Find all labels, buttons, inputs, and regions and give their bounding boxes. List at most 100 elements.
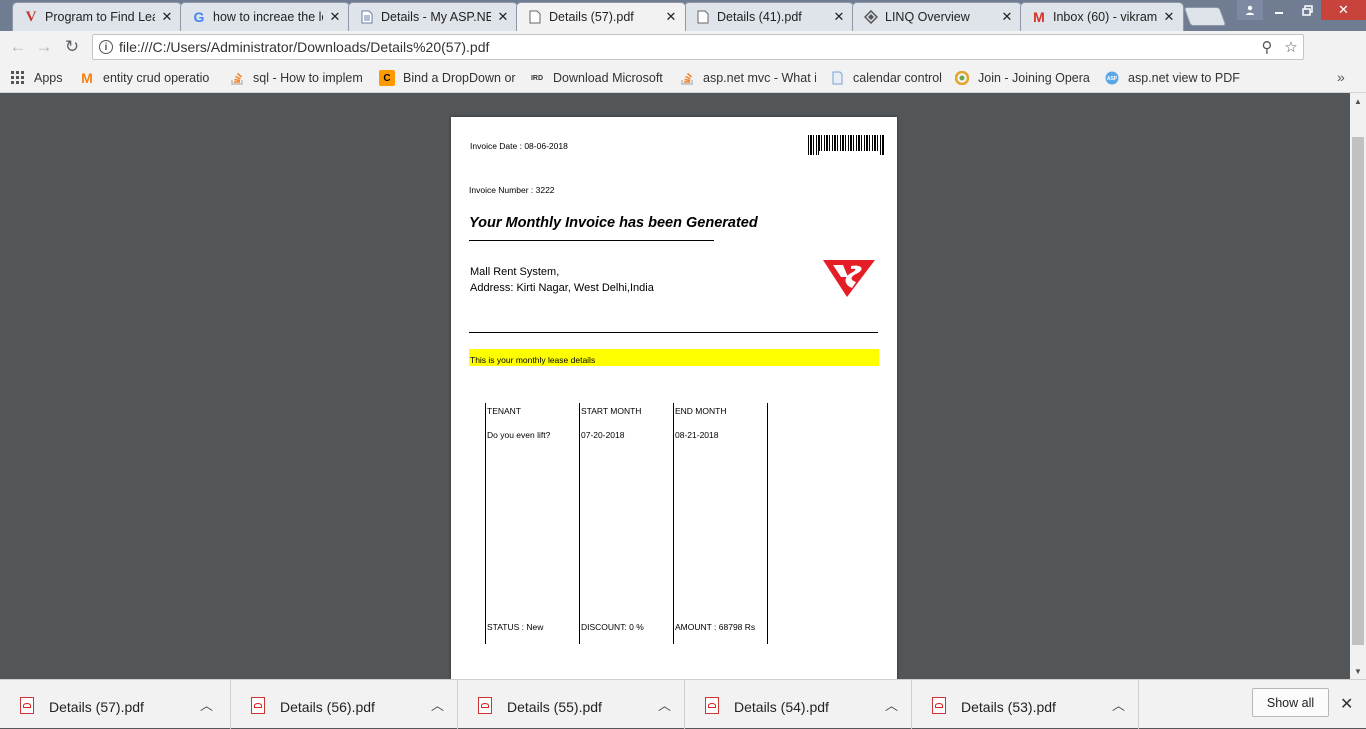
chevron-up-icon[interactable]: ︿ <box>200 695 213 714</box>
bookmarks-overflow-icon[interactable]: » <box>1337 69 1345 85</box>
tab-title: Details - My ASP.NE <box>381 10 491 24</box>
tab-title: Inbox (60) - vikrams <box>1053 10 1157 24</box>
calendar-icon <box>829 70 845 86</box>
bookmark-label: Bind a DropDown or <box>403 71 516 85</box>
amount-text: AMOUNT : 68798 Rs <box>675 622 756 632</box>
stackoverflow-icon <box>229 70 245 86</box>
download-item[interactable]: Details (53).pdf ︿ <box>912 680 1139 729</box>
aspnet-icon: ASP <box>1104 70 1120 86</box>
chevron-up-icon[interactable]: ︿ <box>885 695 898 714</box>
svg-text:ASP: ASP <box>1107 76 1118 82</box>
chevron-up-icon[interactable]: ︿ <box>658 695 671 714</box>
new-tab-button[interactable] <box>1183 7 1227 26</box>
tab-details-57-pdf[interactable]: Details (57).pdf ✕ <box>516 2 686 31</box>
bookmark-download-microsoft[interactable]: IRD Download Microsoft <box>529 69 666 87</box>
zoom-icon[interactable]: ⚲ <box>1255 38 1279 56</box>
diamond-icon <box>863 9 879 25</box>
tab-title: LINQ Overview <box>885 10 970 24</box>
bookmark-label: asp.net mvc - What i <box>703 71 816 85</box>
invoice-heading: Your Monthly Invoice has been Generated <box>469 215 758 231</box>
google-icon: G <box>193 9 205 25</box>
restore-button[interactable] <box>1293 0 1321 20</box>
bookmark-bind-dropdown[interactable]: C Bind a DropDown or <box>379 69 516 87</box>
download-item[interactable]: Details (57).pdf ︿ <box>0 680 231 729</box>
join-icon <box>954 70 970 86</box>
cell-tenant: Do you even lift? <box>487 430 551 440</box>
download-filename: Details (53).pdf <box>961 699 1056 715</box>
download-filename: Details (56).pdf <box>280 699 375 715</box>
bookmark-entity-crud[interactable]: M entity crud operatio <box>79 69 216 87</box>
col-header-tenant: TENANT <box>487 406 521 416</box>
bookmark-label: sql - How to implem <box>253 71 363 85</box>
pdf-file-icon <box>705 697 719 714</box>
vertical-scrollbar[interactable]: ▲ ▼ <box>1350 93 1366 679</box>
apps-grid-icon <box>10 70 26 86</box>
codeproject-icon: C <box>379 70 395 86</box>
bookmark-aspnet-mvc[interactable]: asp.net mvc - What i <box>679 69 816 87</box>
download-item[interactable]: Details (56).pdf ︿ <box>231 680 458 729</box>
v-favicon-icon: V <box>25 8 37 25</box>
scroll-down-icon[interactable]: ▼ <box>1350 665 1366 679</box>
document-icon <box>359 9 375 25</box>
company-logo <box>823 260 875 297</box>
bookmark-label: Download Microsoft <box>553 71 663 85</box>
download-shelf: Details (57).pdf ︿ Details (56).pdf ︿ De… <box>0 679 1366 729</box>
close-icon[interactable]: ✕ <box>833 9 845 25</box>
tab-title: Details (57).pdf <box>549 10 634 24</box>
tab-inbox[interactable]: M Inbox (60) - vikrams ✕ <box>1020 2 1184 31</box>
info-icon[interactable]: i <box>99 40 113 54</box>
tab-how-to-increae[interactable]: G how to increae the le ✕ <box>180 2 350 31</box>
download-filename: Details (54).pdf <box>734 699 829 715</box>
document-icon <box>527 9 543 25</box>
reload-icon[interactable]: ↻ <box>59 34 85 60</box>
tab-strip: V Program to Find Lea ✕ G how to increae… <box>0 0 1366 31</box>
cell-start-month: 07-20-2018 <box>581 430 625 440</box>
close-shelf-icon[interactable]: ✕ <box>1340 694 1353 714</box>
lease-details-text: This is your monthly lease details <box>470 355 596 365</box>
chevron-up-icon[interactable]: ︿ <box>431 695 444 714</box>
bookmarks-bar: Apps M entity crud operatio sql - How to… <box>0 63 1366 93</box>
close-icon[interactable]: ✕ <box>1001 9 1013 25</box>
barcode-digits <box>819 151 879 155</box>
close-icon[interactable]: ✕ <box>329 9 341 25</box>
scrollbar-thumb[interactable] <box>1352 137 1364 645</box>
scroll-up-icon[interactable]: ▲ <box>1350 95 1366 109</box>
close-icon[interactable]: ✕ <box>1163 9 1175 25</box>
bookmark-label: asp.net view to PDF <box>1128 71 1240 85</box>
address-bar[interactable]: i file:///C:/Users/Administrator/Downloa… <box>92 34 1304 60</box>
chevron-up-icon[interactable]: ︿ <box>1112 695 1125 714</box>
table-border <box>673 403 674 644</box>
minimize-button[interactable] <box>1265 0 1293 20</box>
section-divider <box>469 332 878 333</box>
tab-program-to-find-lea[interactable]: V Program to Find Lea ✕ <box>12 2 182 31</box>
bookmark-apps[interactable]: Apps <box>10 69 70 87</box>
tab-title: Program to Find Lea <box>45 10 155 24</box>
tab-details-my-aspnet[interactable]: Details - My ASP.NE ✕ <box>348 2 518 31</box>
tab-linq-overview[interactable]: LINQ Overview ✕ <box>852 2 1022 31</box>
tab-details-41-pdf[interactable]: Details (41).pdf ✕ <box>684 2 854 31</box>
url-text[interactable]: file:///C:/Users/Administrator/Downloads… <box>119 39 1255 55</box>
pdf-file-icon <box>932 697 946 714</box>
back-icon[interactable]: ← <box>5 34 31 60</box>
close-icon[interactable]: ✕ <box>665 9 677 25</box>
pdf-page: Invoice Date : 08-06-2018 Invoice Number… <box>451 117 897 679</box>
bookmark-sql[interactable]: sql - How to implem <box>229 69 366 87</box>
forward-icon[interactable]: → <box>31 34 57 60</box>
user-profile-icon[interactable] <box>1237 0 1263 20</box>
ird-icon: IRD <box>530 74 544 82</box>
download-item[interactable]: Details (54).pdf ︿ <box>685 680 912 729</box>
col-header-start-month: START MONTH <box>581 406 642 416</box>
bookmark-star-icon[interactable]: ☆ <box>1279 38 1303 56</box>
bookmark-aspnet-pdf[interactable]: ASP asp.net view to PDF <box>1104 69 1241 87</box>
col-header-end-month: END MONTH <box>675 406 727 416</box>
download-item[interactable]: Details (55).pdf ︿ <box>458 680 685 729</box>
close-icon[interactable]: ✕ <box>497 9 509 25</box>
bookmark-calendar-control[interactable]: calendar control <box>829 69 947 87</box>
status-text: STATUS : New <box>487 622 544 632</box>
close-icon[interactable]: ✕ <box>161 9 173 25</box>
show-all-button[interactable]: Show all <box>1252 688 1329 717</box>
bookmark-join[interactable]: Join - Joining Opera <box>954 69 1091 87</box>
window-close-button[interactable]: ✕ <box>1321 0 1366 20</box>
bookmark-label: Apps <box>34 71 63 85</box>
download-filename: Details (57).pdf <box>49 699 144 715</box>
